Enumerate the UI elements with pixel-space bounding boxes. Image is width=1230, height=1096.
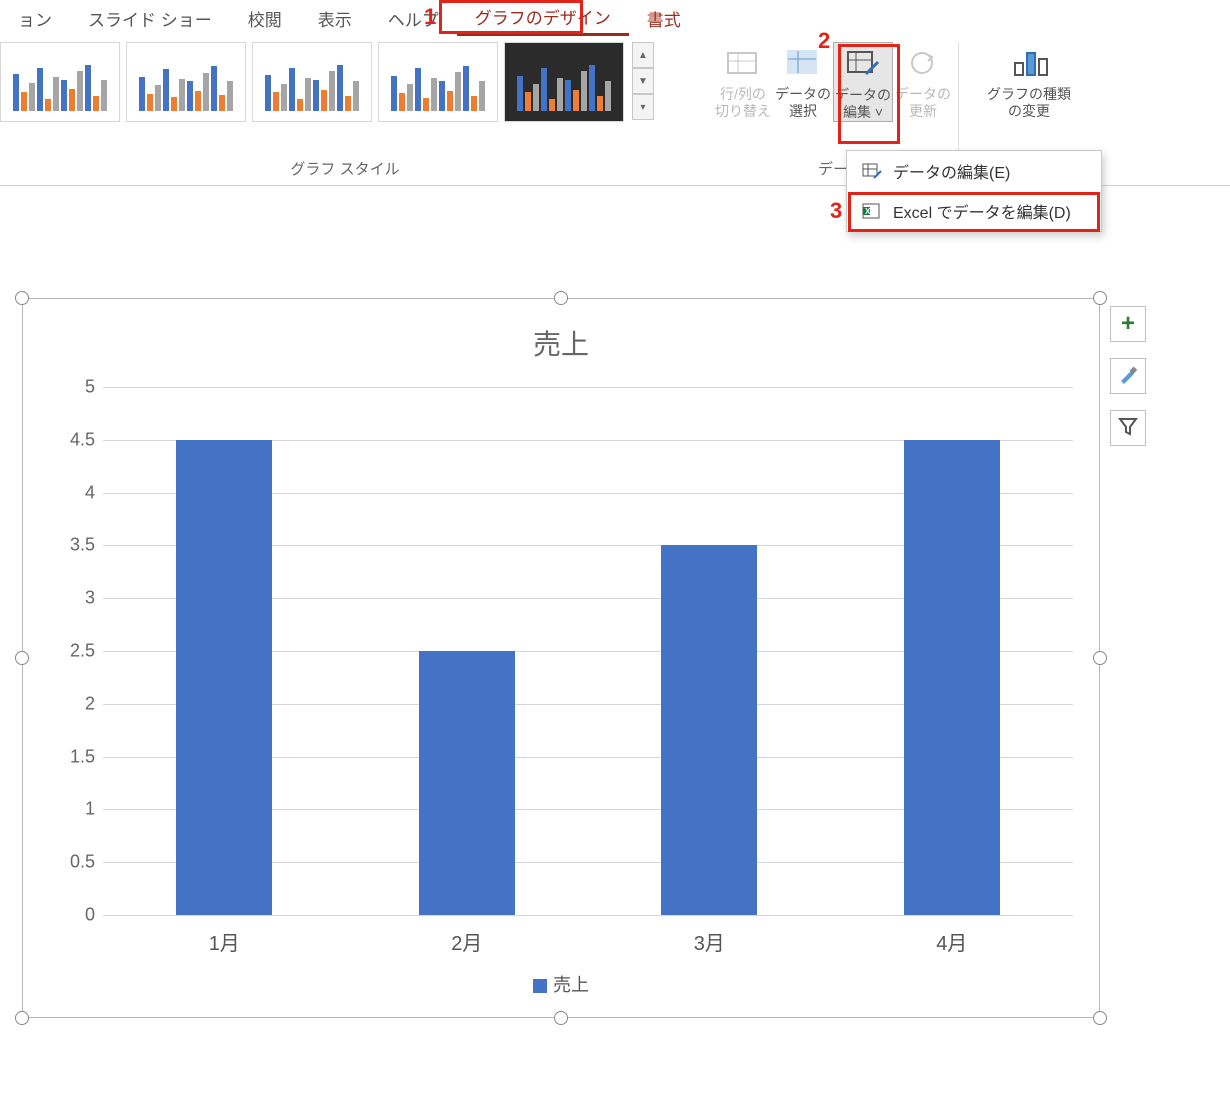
chart-style-thumb[interactable] <box>126 42 246 122</box>
tab-format[interactable]: 書式 <box>629 2 699 35</box>
funnel-icon <box>1118 416 1138 441</box>
refresh-data-icon <box>893 42 953 82</box>
y-tick-label: 3 <box>55 588 95 609</box>
resize-handle[interactable] <box>15 651 29 665</box>
chart-styles-gallery: ▲ ▼ ▾ <box>0 42 690 130</box>
chart-style-thumb[interactable] <box>0 42 120 122</box>
refresh-data-button: データの 更新 <box>893 42 953 122</box>
edit-data-small-icon <box>861 160 883 182</box>
callout-number-1: 1 <box>424 4 436 30</box>
x-tick-label: 1月 <box>103 927 346 956</box>
cmd-label: の変更 <box>979 103 1079 120</box>
tab-presentation-partial[interactable]: ョン <box>0 2 70 35</box>
chart-styles-button[interactable] <box>1110 358 1146 394</box>
chart-filters-button[interactable] <box>1110 410 1146 446</box>
resize-handle[interactable] <box>15 1011 29 1025</box>
chart-x-axis: 1月2月3月4月 <box>103 927 1073 956</box>
dropdown-edit-data[interactable]: データの編集(E) <box>847 151 1101 191</box>
y-tick-label: 3.5 <box>55 535 95 556</box>
gridline <box>103 387 1073 388</box>
cmd-label: 切り替え <box>713 103 773 120</box>
chart-tool-buttons: + <box>1110 306 1146 446</box>
gallery-expand[interactable]: ▾ <box>632 94 654 120</box>
ribbon-tabs: ョン スライド ショー 校閲 表示 ヘルプ グラフのデザイン 書式 <box>0 0 1230 36</box>
chart-styles-label: グラフ スタイル <box>0 158 690 179</box>
chart-plot-area[interactable]: 00.511.522.533.544.55 <box>103 387 1073 915</box>
gallery-scroll-up[interactable]: ▲ <box>632 42 654 68</box>
edit-data-dropdown: データの編集(E) X Excel でデータを編集(D) <box>846 150 1102 232</box>
plus-icon: + <box>1121 310 1135 338</box>
chart-bar[interactable] <box>176 440 272 915</box>
chart-title[interactable]: 売上 <box>23 323 1099 363</box>
resize-handle[interactable] <box>1093 651 1107 665</box>
edit-data-button[interactable]: データの 編集 ˅ <box>833 42 893 122</box>
resize-handle[interactable] <box>1093 291 1107 305</box>
chart-elements-button[interactable]: + <box>1110 306 1146 342</box>
callout-number-3: 3 <box>830 198 842 224</box>
y-tick-label: 5 <box>55 377 95 398</box>
tab-review[interactable]: 校閲 <box>230 2 300 35</box>
y-tick-label: 2 <box>55 693 95 714</box>
y-tick-label: 0 <box>55 905 95 926</box>
cmd-label: 行/列の <box>713 86 773 103</box>
gridline <box>103 915 1073 916</box>
y-tick-label: 0.5 <box>55 852 95 873</box>
paintbrush-icon <box>1117 363 1139 390</box>
gallery-scroll-down[interactable]: ▼ <box>632 68 654 94</box>
tab-chart-design[interactable]: グラフのデザイン <box>457 0 629 36</box>
resize-handle[interactable] <box>554 1011 568 1025</box>
chevron-down-icon: ˅ <box>875 104 883 120</box>
excel-icon: X <box>861 200 883 222</box>
y-tick-label: 4.5 <box>55 429 95 450</box>
edit-data-icon <box>834 43 892 83</box>
cmd-label: データの <box>893 86 953 103</box>
x-tick-label: 4月 <box>831 927 1074 956</box>
resize-handle[interactable] <box>15 291 29 305</box>
legend-label: 売上 <box>553 975 589 995</box>
chart-bar[interactable] <box>419 651 515 915</box>
chart-style-thumb[interactable] <box>378 42 498 122</box>
legend-swatch <box>533 979 547 993</box>
callout-number-2: 2 <box>818 28 830 54</box>
switch-row-col-icon <box>713 42 773 82</box>
dropdown-label: データの編集(E) <box>893 159 1010 183</box>
change-chart-type-button[interactable]: グラフの種類 の変更 <box>979 42 1079 120</box>
chart-styles-group: ▲ ▼ ▾ グラフ スタイル <box>0 42 690 185</box>
chart-style-thumb[interactable] <box>504 42 624 122</box>
resize-handle[interactable] <box>554 291 568 305</box>
cmd-label: 更新 <box>893 103 953 120</box>
gallery-scroll: ▲ ▼ ▾ <box>632 42 654 130</box>
y-tick-label: 4 <box>55 482 95 503</box>
x-tick-label: 3月 <box>588 927 831 956</box>
x-tick-label: 2月 <box>346 927 589 956</box>
cmd-label: データの <box>834 87 892 104</box>
y-tick-label: 2.5 <box>55 641 95 662</box>
cmd-label: グラフの種類 <box>979 86 1079 103</box>
tab-view[interactable]: 表示 <box>300 2 370 35</box>
y-tick-label: 1 <box>55 799 95 820</box>
svg-text:X: X <box>865 207 871 216</box>
tab-slideshow[interactable]: スライド ショー <box>70 2 230 35</box>
chart-legend[interactable]: 売上 <box>23 971 1099 997</box>
tab-help[interactable]: ヘルプ <box>370 2 457 35</box>
dropdown-edit-in-excel[interactable]: X Excel でデータを編集(D) <box>847 191 1101 231</box>
dropdown-label: Excel でデータを編集(D) <box>893 199 1071 223</box>
resize-handle[interactable] <box>1093 1011 1107 1025</box>
cmd-label: データの <box>773 86 833 103</box>
switch-row-col-button: 行/列の 切り替え <box>713 42 773 122</box>
chart-bar[interactable] <box>661 545 757 915</box>
cmd-label: 選択 <box>773 103 833 120</box>
chart-object-frame[interactable]: 売上 00.511.522.533.544.55 1月2月3月4月 売上 <box>22 298 1100 1018</box>
y-tick-label: 1.5 <box>55 746 95 767</box>
cmd-label: 編集 ˅ <box>834 104 892 121</box>
chart-bar[interactable] <box>904 440 1000 915</box>
chart-style-thumb[interactable] <box>252 42 372 122</box>
change-chart-type-icon <box>979 42 1079 82</box>
